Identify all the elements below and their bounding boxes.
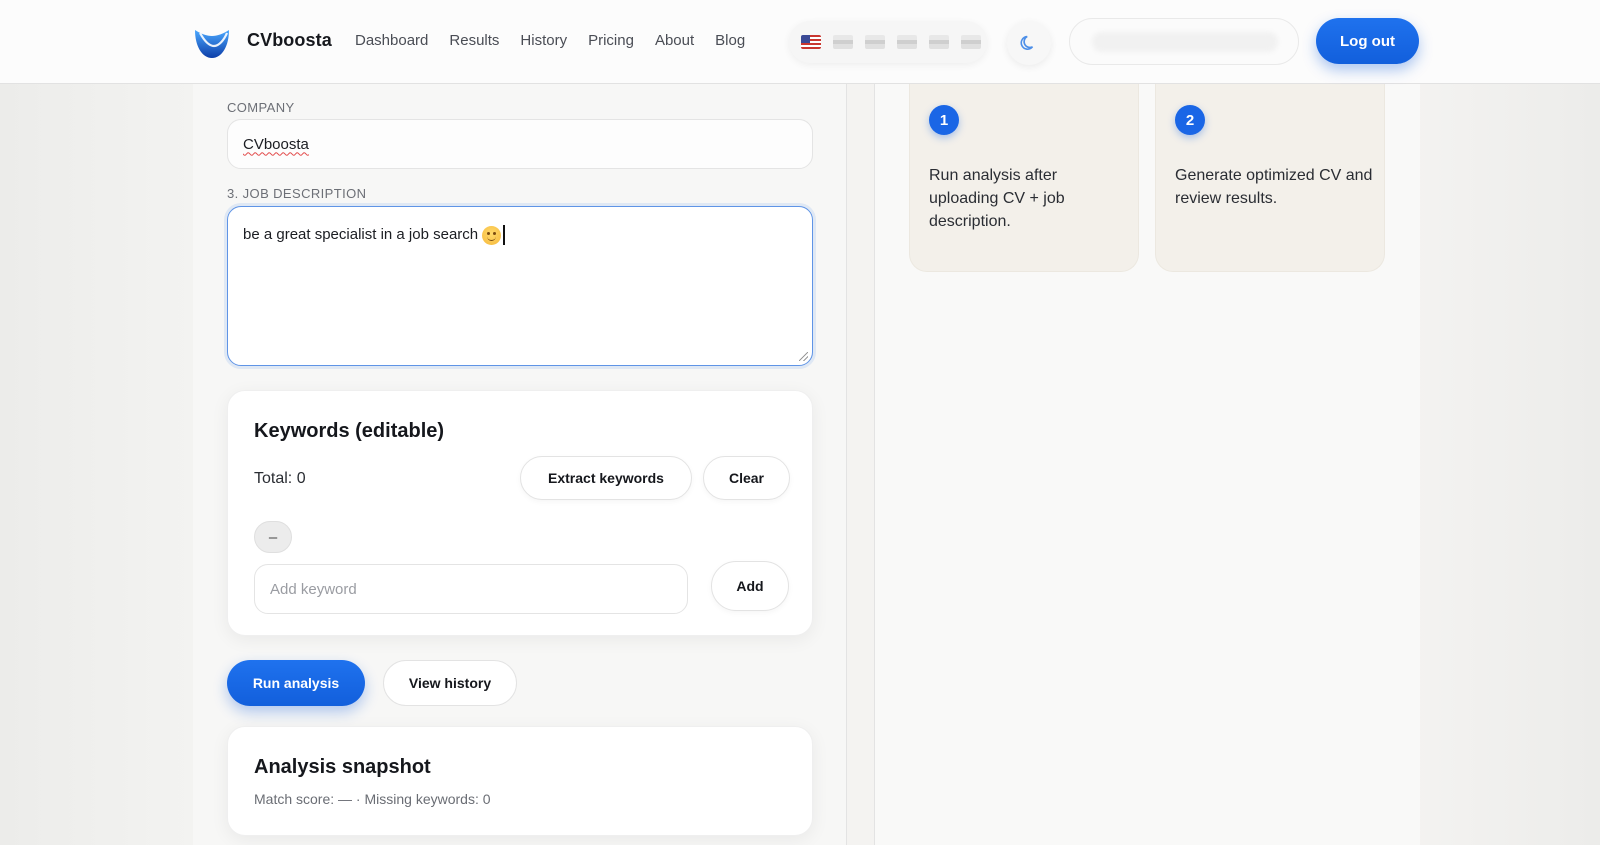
job-description-textarea[interactable]: be a great specialist in a job search [227, 206, 813, 366]
analysis-form-panel: COMPANY CVboosta 3. JOB DESCRIPTION be a… [193, 84, 847, 845]
logout-button[interactable]: Log out [1316, 18, 1419, 64]
empty-keyword-chip: – [254, 521, 292, 553]
company-label: COMPANY [227, 100, 295, 115]
account-pill[interactable] [1069, 18, 1299, 65]
nav-link-blog[interactable]: Blog [715, 32, 745, 49]
nav-link-pricing[interactable]: Pricing [588, 32, 634, 49]
flag-icon[interactable] [961, 35, 981, 49]
step-number-badge: 1 [929, 105, 959, 135]
job-description-label: 3. JOB DESCRIPTION [227, 186, 367, 201]
company-input[interactable]: CVboosta [227, 119, 813, 169]
nav-link-history[interactable]: History [520, 32, 567, 49]
flag-icon[interactable] [833, 35, 853, 49]
text-caret [503, 225, 505, 245]
nav-link-about[interactable]: About [655, 32, 694, 49]
us-flag-icon[interactable] [801, 35, 821, 49]
keywords-total: Total: 0 [254, 470, 306, 487]
moon-icon [1020, 35, 1034, 50]
flag-icon[interactable] [865, 35, 885, 49]
clear-keywords-button[interactable]: Clear [703, 456, 790, 500]
language-switcher [789, 21, 987, 63]
nav-link-dashboard[interactable]: Dashboard [355, 32, 428, 49]
keywords-card: Keywords (editable) Total: 0 Extract key… [227, 390, 813, 636]
company-value: CVboosta [243, 135, 309, 153]
snapshot-summary: Match score: — · Missing keywords: 0 [254, 791, 491, 807]
brand-name[interactable]: CVboosta [247, 30, 332, 51]
add-keyword-input[interactable] [254, 564, 688, 614]
top-navigation-bar: CVboosta Dashboard Results History Prici… [0, 0, 1600, 84]
add-keyword-button[interactable]: Add [711, 561, 789, 611]
run-analysis-button[interactable]: Run analysis [227, 660, 365, 706]
theme-toggle-button[interactable] [1007, 21, 1051, 65]
analysis-snapshot-card: Analysis snapshot Match score: — · Missi… [227, 726, 813, 836]
resize-handle-icon[interactable] [799, 352, 808, 361]
smiley-emoji-icon [482, 225, 502, 245]
flag-icon[interactable] [929, 35, 949, 49]
step-description: Run analysis after uploading CV + job de… [929, 167, 1065, 230]
step-description: Generate optimized CV and review results… [1175, 167, 1373, 207]
extract-keywords-button[interactable]: Extract keywords [520, 456, 692, 500]
steps-panel: 1 Run analysis after uploading CV + job … [874, 84, 1420, 845]
logo-icon[interactable] [193, 24, 231, 60]
step-card-1: 1 Run analysis after uploading CV + job … [909, 84, 1139, 272]
view-history-button[interactable]: View history [383, 660, 517, 706]
snapshot-title: Analysis snapshot [254, 756, 431, 778]
step-card-2: 2 Generate optimized CV and review resul… [1155, 84, 1385, 272]
nav-link-results[interactable]: Results [449, 32, 499, 49]
job-description-value: be a great specialist in a job search [243, 225, 479, 243]
flag-icon[interactable] [897, 35, 917, 49]
step-number-badge: 2 [1175, 105, 1205, 135]
keywords-title: Keywords (editable) [254, 420, 445, 442]
main-nav: Dashboard Results History Pricing About … [355, 32, 766, 49]
